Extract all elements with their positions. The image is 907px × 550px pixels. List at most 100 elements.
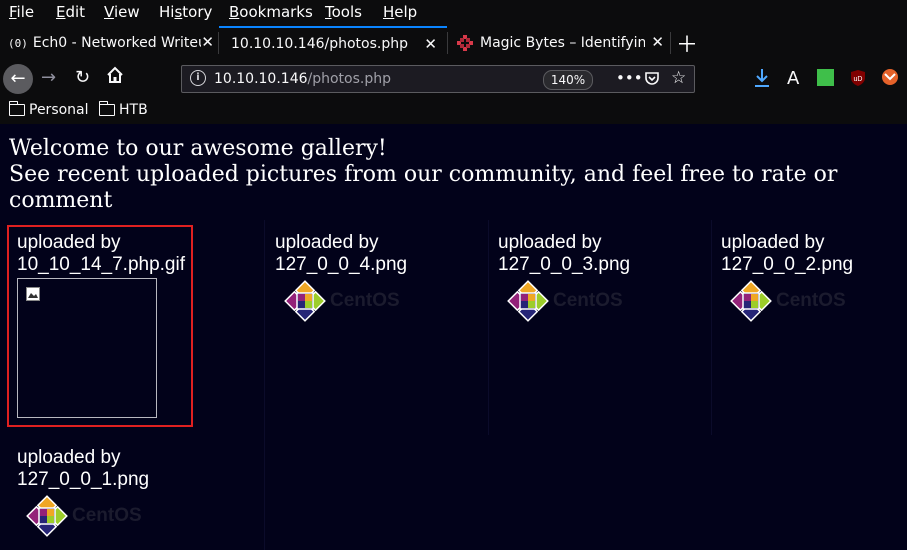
menu-tools[interactable]: Tools bbox=[325, 3, 362, 21]
menu-edit-label: dit bbox=[65, 3, 86, 21]
gallery-item: uploaded by 127_0_0_1.png bbox=[17, 447, 149, 491]
centos-logo-icon bbox=[26, 495, 68, 537]
centos-wordmark: CentOS bbox=[72, 505, 142, 526]
gallery-divider bbox=[711, 220, 712, 435]
gallery-divider bbox=[488, 220, 489, 435]
download-icon bbox=[755, 69, 769, 87]
page-actions-icon[interactable]: ••• bbox=[616, 69, 643, 87]
reload-button[interactable]: ↻ bbox=[75, 67, 90, 88]
menu-file-mnemonic: F bbox=[9, 3, 17, 21]
broken-image[interactable] bbox=[17, 278, 157, 418]
centos-wordmark: CentOS bbox=[776, 290, 846, 311]
menu-bookmarks-label: ookmarks bbox=[239, 3, 313, 21]
menu-file-label: ile bbox=[16, 3, 35, 21]
tab-photos[interactable]: 10.10.10.146/photos.php ✕ bbox=[219, 26, 447, 60]
foxyproxy-button[interactable] bbox=[881, 68, 899, 91]
menu-file[interactable]: File bbox=[9, 3, 34, 21]
home-button[interactable] bbox=[106, 66, 124, 89]
uploaded-filename: 127_0_0_1.png bbox=[17, 469, 150, 490]
foxyproxy-icon bbox=[882, 69, 898, 85]
pocket-icon bbox=[645, 72, 659, 85]
uploader-caption: uploaded by bbox=[498, 232, 602, 253]
forward-arrow-icon: → bbox=[41, 67, 57, 88]
folder-icon bbox=[98, 101, 115, 116]
tab-title: Ech0 - Networked Writeu bbox=[32, 35, 201, 51]
tab-separator bbox=[670, 32, 671, 54]
uploaded-filename: 127_0_0_3.png bbox=[498, 254, 631, 275]
new-tab-button[interactable]: ＋ bbox=[676, 27, 698, 59]
tab-title: 10.10.10.146/photos.php bbox=[231, 36, 409, 52]
uploader-caption: uploaded by bbox=[275, 232, 379, 253]
close-icon[interactable]: ✕ bbox=[201, 33, 214, 51]
ublock-button[interactable]: uD bbox=[850, 69, 866, 92]
gallery-item: uploaded by 127_0_0_2.png bbox=[721, 232, 853, 276]
uploader-caption: uploaded by bbox=[17, 232, 121, 253]
back-button[interactable]: ← bbox=[3, 64, 33, 94]
bookmark-label: HTB bbox=[119, 102, 148, 118]
svg-text:uD: uD bbox=[854, 76, 863, 83]
uploaded-filename: 127_0_0_2.png bbox=[721, 254, 854, 275]
folder-icon bbox=[8, 101, 25, 116]
reader-font-icon[interactable]: A bbox=[787, 68, 799, 89]
uploader-caption: uploaded by bbox=[721, 232, 825, 253]
ublock-origin-icon: uD bbox=[851, 70, 865, 86]
menu-bookmarks-mnemonic: B bbox=[229, 3, 240, 21]
menu-edit[interactable]: Edit bbox=[56, 3, 85, 21]
broken-image-icon bbox=[26, 287, 40, 301]
url-text[interactable]: 10.10.10.146/photos.php bbox=[214, 71, 391, 87]
gallery-divider bbox=[264, 220, 265, 550]
uploaded-filename: 10_10_14_7.php.gif bbox=[17, 254, 185, 275]
menu-help-mnemonic: H bbox=[383, 3, 395, 21]
zoom-level-badge[interactable]: 140% bbox=[543, 70, 593, 90]
menu-view-label: iew bbox=[113, 3, 140, 21]
forward-button[interactable]: → bbox=[41, 67, 56, 88]
menu-history[interactable]: History bbox=[159, 3, 212, 21]
heading-line-2: See recent uploaded pictures from our co… bbox=[9, 162, 838, 213]
centos-logo[interactable]: CentOS bbox=[507, 280, 623, 322]
menu-help-label: elp bbox=[394, 3, 418, 21]
bookmark-label: Personal bbox=[29, 102, 89, 118]
close-icon[interactable]: ✕ bbox=[651, 33, 664, 51]
menu-view[interactable]: View bbox=[104, 3, 140, 21]
page-content: Welcome to our awesome gallery! See rece… bbox=[0, 124, 907, 550]
bookmark-folder-htb[interactable]: HTB bbox=[98, 101, 148, 118]
tab-magic-bytes[interactable]: Magic Bytes – Identifying ✕ bbox=[448, 26, 668, 60]
tab-ech0[interactable]: (0) Ech0 - Networked Writeu ✕ bbox=[0, 26, 218, 60]
magic-bytes-icon bbox=[457, 35, 473, 51]
bookmarks-toolbar: Personal HTB bbox=[0, 98, 907, 124]
url-path: /photos.php bbox=[307, 71, 392, 87]
menu-history-pre: Hi bbox=[159, 3, 175, 21]
centos-logo[interactable]: CentOS bbox=[730, 280, 846, 322]
reload-icon: ↻ bbox=[75, 67, 91, 88]
url-bar[interactable]: i 10.10.10.146/photos.php 140% ••• ☆ bbox=[181, 65, 695, 93]
centos-wordmark: CentOS bbox=[330, 290, 400, 311]
menu-history-label: tory bbox=[182, 3, 213, 21]
menu-help[interactable]: Help bbox=[383, 3, 417, 21]
centos-logo[interactable]: CentOS bbox=[26, 495, 142, 537]
menu-tools-label: ools bbox=[331, 3, 362, 21]
navigation-toolbar: ← → ↻ i 10.10.10.146/photos.php 140% •••… bbox=[0, 60, 907, 98]
ech0-icon: (0) bbox=[8, 36, 28, 50]
menu-tools-mnemonic: T bbox=[325, 3, 332, 21]
bookmark-star-icon[interactable]: ☆ bbox=[671, 68, 686, 88]
menu-view-mnemonic: V bbox=[104, 3, 114, 21]
uploader-caption: uploaded by bbox=[17, 447, 121, 468]
centos-logo-icon bbox=[730, 280, 772, 322]
home-icon bbox=[107, 66, 123, 83]
centos-logo[interactable]: CentOS bbox=[284, 280, 400, 322]
extension-green-icon[interactable] bbox=[817, 69, 834, 86]
gallery-item: uploaded by 127_0_0_4.png bbox=[275, 232, 407, 276]
menu-bookmarks[interactable]: Bookmarks bbox=[229, 3, 313, 21]
close-icon[interactable]: ✕ bbox=[424, 35, 437, 53]
page-heading: Welcome to our awesome gallery! See rece… bbox=[9, 136, 889, 214]
centos-logo-icon bbox=[507, 280, 549, 322]
uploaded-filename: 127_0_0_4.png bbox=[275, 254, 408, 275]
tab-bar: (0) Ech0 - Networked Writeu ✕ 10.10.10.1… bbox=[0, 26, 907, 60]
pocket-button[interactable] bbox=[644, 70, 660, 90]
info-icon[interactable]: i bbox=[190, 70, 206, 86]
heading-line-1: Welcome to our awesome gallery! bbox=[9, 136, 387, 161]
bookmark-folder-personal[interactable]: Personal bbox=[8, 101, 89, 118]
downloads-button[interactable] bbox=[753, 68, 771, 93]
centos-wordmark: CentOS bbox=[553, 290, 623, 311]
tab-title: Magic Bytes – Identifying bbox=[480, 35, 645, 51]
